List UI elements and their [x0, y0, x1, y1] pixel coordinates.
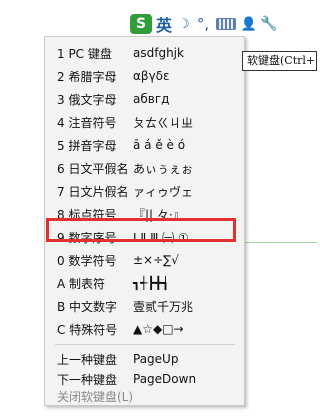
menu-item-zhuyin[interactable]: 4 注音符号 ㄆㄊㄍㄐㄓ: [45, 111, 244, 133]
menu-item-label: 1 PC 键盘: [57, 46, 112, 61]
menu-item-tab-symbols[interactable]: A 制表符 ┓┽┣╋┪: [45, 272, 244, 294]
keyboard-icon: [216, 18, 236, 30]
menu-item-label: 8 标点符号: [57, 207, 117, 222]
settings-wrench-icon[interactable]: 🔧: [260, 14, 278, 34]
menu-item-sample: ±×÷∑√: [133, 253, 179, 267]
menu-item-label: C 特殊符号: [57, 322, 118, 337]
sogou-logo-icon[interactable]: S: [130, 14, 152, 34]
soft-keyboard-tooltip: 软键盘(Ctrl+Shift+K): [242, 51, 317, 71]
menu-item-label: 7 日文片假名: [57, 184, 129, 199]
menu-item-russian[interactable]: 3 俄文字母 абвгд: [45, 88, 244, 110]
menu-item-sample: ㄆㄊㄍㄐㄓ: [133, 115, 194, 130]
menu-item-greek[interactable]: 2 希腊字母 αβγδε: [45, 65, 244, 87]
menu-item-label: 5 拼音字母: [57, 138, 117, 153]
menu-item-label: 上一种键盘: [57, 352, 118, 367]
menu-item-label: 9 数字序号: [57, 230, 117, 245]
menu-separator: [55, 344, 235, 345]
menu-item-label: B 中文数字: [57, 299, 118, 314]
menu-item-pinyin[interactable]: 5 拼音字母 ā á ě è ó: [45, 134, 244, 156]
language-mode-toggle[interactable]: 英: [155, 14, 173, 35]
menu-item-special-symbols[interactable]: C 特殊符号 ▲☆◆□→: [45, 318, 244, 340]
menu-item-shortcut: PageDown: [133, 372, 197, 386]
menu-item-sample: ┓┽┣╋┪: [133, 276, 170, 290]
menu-item-punctuation[interactable]: 8 标点符号 『|| 々·』: [45, 203, 244, 225]
menu-item-sample: 壹贰千万兆: [133, 299, 194, 314]
user-icon[interactable]: 👤: [241, 14, 257, 34]
menu-item-label: 下一种键盘: [57, 372, 118, 387]
half-width-icon[interactable]: ☽: [176, 14, 192, 34]
menu-item-pc-keyboard[interactable]: 1 PC 键盘 asdfghjk: [45, 42, 244, 64]
menu-item-close-soft-keyboard: 关闭软键盘(L): [45, 386, 244, 406]
menu-item-hiragana[interactable]: 6 日文平假名 あぃぅぇぉ: [45, 157, 244, 179]
menu-item-sample: αβγδε: [133, 69, 170, 83]
menu-item-katakana[interactable]: 7 日文片假名 ァィゥヴェ: [45, 180, 244, 202]
menu-item-sample: Ⅰ Ⅱ Ⅲ ㈠ ①: [133, 230, 189, 245]
ime-toolbar: S 英 ☽ °, 👤 🔧: [130, 12, 278, 36]
menu-item-sample: абвгд: [133, 92, 170, 106]
punctuation-icon[interactable]: °,: [195, 14, 211, 34]
menu-item-sample: ァィゥヴェ: [133, 184, 194, 199]
menu-item-sample: ▲☆◆□→: [133, 322, 184, 336]
menu-item-sample: ā á ě è ó: [133, 138, 186, 152]
menu-item-sample: asdfghjk: [133, 46, 184, 60]
soft-keyboard-icon[interactable]: [214, 14, 238, 34]
menu-item-number-sequence[interactable]: 9 数字序号 Ⅰ Ⅱ Ⅲ ㈠ ①: [45, 226, 244, 248]
menu-item-label: 2 希腊字母: [57, 69, 117, 84]
menu-item-shortcut: PageUp: [133, 352, 179, 366]
menu-item-label: A 制表符: [57, 276, 106, 291]
tooltip-text: 软键盘(Ctrl+Shift+K): [247, 54, 316, 67]
menu-item-label: 0 数学符号: [57, 253, 117, 268]
menu-item-chinese-numbers[interactable]: B 中文数字 壹贰千万兆: [45, 295, 244, 317]
soft-keyboard-menu: 1 PC 键盘 asdfghjk 2 希腊字母 αβγδε 3 俄文字母 абвгд …: [44, 36, 245, 406]
menu-item-math-symbols[interactable]: 0 数学符号 ±×÷∑√: [45, 249, 244, 271]
menu-item-sample: 『|| 々·』: [133, 207, 185, 222]
menu-item-label: 6 日文平假名: [57, 161, 129, 176]
menu-item-previous-keyboard[interactable]: 上一种键盘 PageUp: [45, 348, 244, 370]
menu-item-label: 关闭软键盘(L): [57, 389, 134, 404]
menu-item-label: 3 俄文字母: [57, 92, 117, 107]
menu-item-sample: あぃぅぇぉ: [133, 161, 194, 176]
menu-item-label: 4 注音符号: [57, 115, 117, 130]
